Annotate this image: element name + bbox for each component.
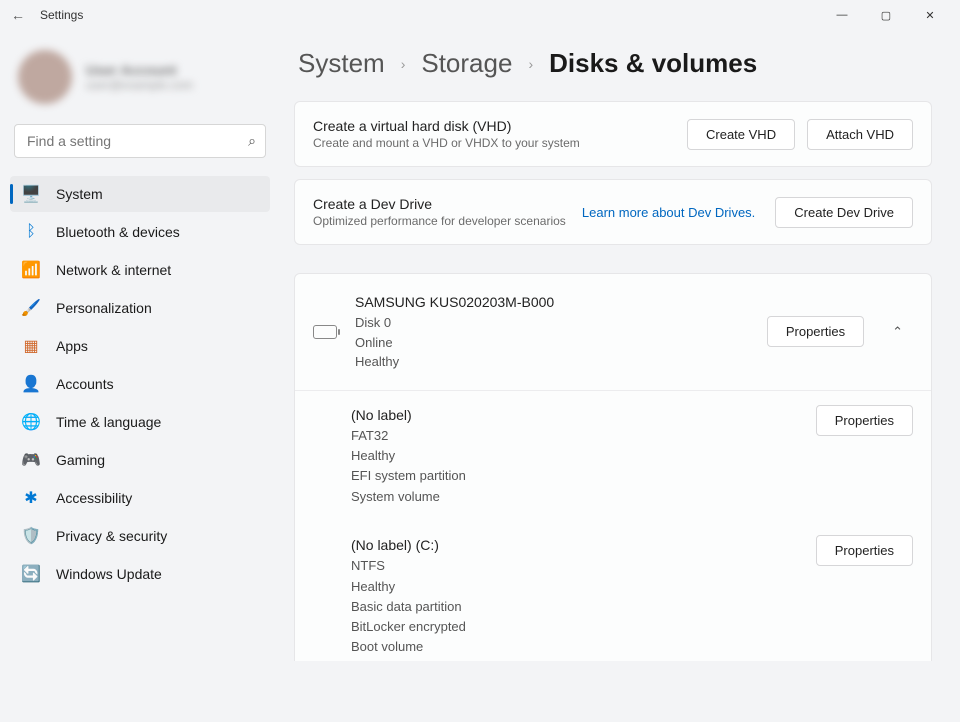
user-email: user@example.com xyxy=(86,78,193,92)
sidebar-item-label: Privacy & security xyxy=(56,528,167,544)
sidebar-item-label: Time & language xyxy=(56,414,161,430)
volume-row: (No label) (C:)NTFSHealthyBasic data par… xyxy=(295,521,931,661)
create-vhd-button[interactable]: Create VHD xyxy=(687,119,795,150)
sidebar-item-privacy[interactable]: 🛡️ Privacy & security xyxy=(10,518,270,554)
maximize-button[interactable]: ▢ xyxy=(864,4,908,26)
volume-name: (No label) (C:) xyxy=(351,535,798,557)
attach-vhd-button[interactable]: Attach VHD xyxy=(807,119,913,150)
bluetooth-icon: ᛒ xyxy=(22,223,40,241)
app-title: Settings xyxy=(40,8,83,22)
update-icon: 🔄 xyxy=(22,565,40,583)
back-button[interactable]: ← xyxy=(8,5,28,25)
accessibility-icon: ✱ xyxy=(22,489,40,507)
volume-filesystem: FAT32 xyxy=(351,426,798,446)
sidebar-item-label: Windows Update xyxy=(56,566,162,582)
shield-icon: 🛡️ xyxy=(22,527,40,545)
breadcrumb: System › Storage › Disks & volumes xyxy=(294,48,936,79)
minimize-button[interactable]: ― xyxy=(820,4,864,26)
sidebar-item-personalization[interactable]: 🖌️ Personalization xyxy=(10,290,270,326)
sidebar-item-time[interactable]: 🌐 Time & language xyxy=(10,404,270,440)
breadcrumb-system[interactable]: System xyxy=(298,48,385,79)
volume-properties-button[interactable]: Properties xyxy=(816,405,913,436)
disk-header-row[interactable]: SAMSUNG KUS020203M-B000 Disk 0 Online He… xyxy=(295,274,931,391)
search-input[interactable] xyxy=(14,124,266,158)
chevron-right-icon: › xyxy=(401,56,406,72)
dev-drive-card: Create a Dev Drive Optimized performance… xyxy=(294,179,932,245)
dev-drive-learn-link[interactable]: Learn more about Dev Drives. xyxy=(582,205,755,220)
globe-icon: 🌐 xyxy=(22,413,40,431)
volume-row: (No label)FAT32HealthyEFI system partiti… xyxy=(295,391,931,521)
vhd-card-subtitle: Create and mount a VHD or VHDX to your s… xyxy=(313,136,675,150)
search-box: ⌕ xyxy=(14,124,266,158)
disk-properties-button[interactable]: Properties xyxy=(767,316,864,347)
wifi-icon: 📶 xyxy=(22,261,40,279)
disk-icon xyxy=(313,325,337,339)
content-area: System › Storage › Disks & volumes Creat… xyxy=(280,30,960,722)
sidebar-item-network[interactable]: 📶 Network & internet xyxy=(10,252,270,288)
volume-health: Healthy xyxy=(351,446,798,466)
sidebar-item-label: System xyxy=(56,186,103,202)
gamepad-icon: 🎮 xyxy=(22,451,40,469)
volume-detail: Boot volume xyxy=(351,637,798,657)
create-dev-drive-button[interactable]: Create Dev Drive xyxy=(775,197,913,228)
volume-properties-button[interactable]: Properties xyxy=(816,535,913,566)
sidebar-item-label: Apps xyxy=(56,338,88,354)
volume-detail: EFI system partition xyxy=(351,466,798,486)
sidebar-item-gaming[interactable]: 🎮 Gaming xyxy=(10,442,270,478)
sidebar-item-label: Gaming xyxy=(56,452,105,468)
vhd-card: Create a virtual hard disk (VHD) Create … xyxy=(294,101,932,167)
disk-name: SAMSUNG KUS020203M-B000 xyxy=(355,292,749,313)
sidebar-item-label: Network & internet xyxy=(56,262,171,278)
user-account-row[interactable]: User Account user@example.com xyxy=(10,42,270,124)
search-icon[interactable]: ⌕ xyxy=(248,133,256,150)
volume-name: (No label) xyxy=(351,405,798,427)
system-icon: 🖥️ xyxy=(22,185,40,203)
sidebar-item-label: Personalization xyxy=(56,300,152,316)
close-button[interactable]: ✕ xyxy=(908,4,952,26)
avatar xyxy=(18,50,72,104)
brush-icon: 🖌️ xyxy=(22,299,40,317)
disk-panel: SAMSUNG KUS020203M-B000 Disk 0 Online He… xyxy=(294,273,932,661)
sidebar-item-accounts[interactable]: 👤 Accounts xyxy=(10,366,270,402)
user-name: User Account xyxy=(86,62,193,78)
volume-detail: Basic data partition xyxy=(351,597,798,617)
sidebar: User Account user@example.com ⌕ 🖥️ Syste… xyxy=(0,30,280,722)
dev-drive-title: Create a Dev Drive xyxy=(313,196,570,212)
nav-list: 🖥️ System ᛒ Bluetooth & devices 📶 Networ… xyxy=(10,176,270,592)
apps-icon: ▦ xyxy=(22,337,40,355)
sidebar-item-system[interactable]: 🖥️ System xyxy=(10,176,270,212)
breadcrumb-current: Disks & volumes xyxy=(549,48,757,79)
disk-status: Online xyxy=(355,333,749,353)
disk-number: Disk 0 xyxy=(355,313,749,333)
sidebar-item-apps[interactable]: ▦ Apps xyxy=(10,328,270,364)
sidebar-item-label: Accounts xyxy=(56,376,114,392)
sidebar-item-update[interactable]: 🔄 Windows Update xyxy=(10,556,270,592)
sidebar-item-label: Accessibility xyxy=(56,490,132,506)
sidebar-item-bluetooth[interactable]: ᛒ Bluetooth & devices xyxy=(10,214,270,250)
volume-detail: System volume xyxy=(351,487,798,507)
volume-detail: BitLocker encrypted xyxy=(351,617,798,637)
chevron-up-icon[interactable]: ⌃ xyxy=(882,320,913,344)
vhd-card-title: Create a virtual hard disk (VHD) xyxy=(313,118,675,134)
volume-health: Healthy xyxy=(351,577,798,597)
disk-health: Healthy xyxy=(355,352,749,372)
volume-filesystem: NTFS xyxy=(351,556,798,576)
dev-drive-subtitle: Optimized performance for developer scen… xyxy=(313,214,570,228)
person-icon: 👤 xyxy=(22,375,40,393)
breadcrumb-storage[interactable]: Storage xyxy=(421,48,512,79)
sidebar-item-accessibility[interactable]: ✱ Accessibility xyxy=(10,480,270,516)
chevron-right-icon: › xyxy=(528,56,533,72)
sidebar-item-label: Bluetooth & devices xyxy=(56,224,180,240)
